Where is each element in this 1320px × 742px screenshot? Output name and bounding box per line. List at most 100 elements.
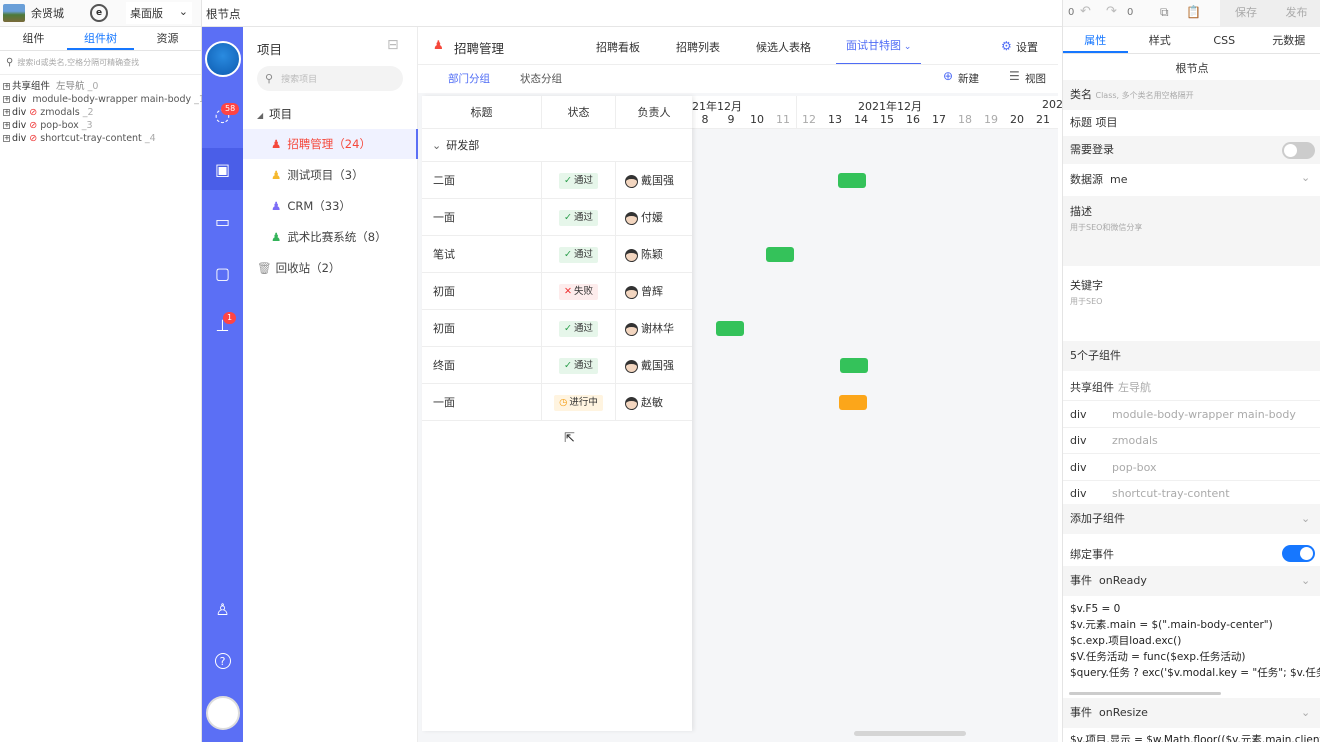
tab-metadata[interactable]: 元数据 (1257, 28, 1320, 53)
title-field[interactable]: 标题 项目 (1063, 114, 1320, 130)
tab-css[interactable]: CSS (1192, 28, 1257, 53)
tab-component-tree[interactable]: 组件树 (67, 27, 134, 50)
nav-folders[interactable]: ▭ (202, 201, 243, 241)
event-select[interactable]: 事件 onReady ⌄ (1063, 566, 1320, 596)
child-component-row[interactable]: div pop-box (1063, 455, 1320, 481)
class-field[interactable]: 类名 Class, 多个类名用空格隔开 (1063, 80, 1320, 110)
bind-event-toggle[interactable] (1282, 545, 1315, 562)
child-component-row[interactable]: 共享组件 左导航 (1063, 375, 1320, 401)
project-search[interactable]: ⚲ 搜索项目 (257, 66, 403, 91)
gantt-bar[interactable] (840, 358, 868, 373)
mode-select[interactable]: 桌面版 ⌄ (126, 2, 192, 24)
tree-node-shortcut-tray[interactable]: + div ⊘ shortcut-tray-content _4 (0, 132, 201, 145)
tree-node-zmodals[interactable]: + div ⊘ zmodals _2 (0, 106, 201, 119)
task-row[interactable]: 初面 ✓ 通过 谢林华 (422, 310, 692, 347)
hidden-icon[interactable]: ⊘ (29, 107, 37, 118)
expand-icon[interactable]: + (3, 109, 10, 116)
settings-button[interactable]: 设置 (1016, 39, 1038, 55)
tree-search[interactable]: ⚲ 搜索id或类名,空格分隔可精确查找 (0, 51, 201, 75)
redo-icon[interactable]: ↷ (1106, 4, 1117, 19)
view-icon[interactable]: ☰ (1009, 69, 1020, 83)
tab-candidates[interactable]: 候选人表格 (756, 39, 811, 55)
tab-gantt[interactable]: 面试甘特图 ⌄ (836, 27, 922, 64)
save-button[interactable]: 保存 (1220, 0, 1272, 26)
nav-user-avatar[interactable] (202, 693, 243, 733)
tab-resources[interactable]: 资源 (134, 27, 201, 50)
publish-button[interactable]: 发布 (1272, 0, 1320, 26)
task-row[interactable]: 终面 ✓ 通过 戴国强 (422, 347, 692, 384)
tab-properties[interactable]: 属性 (1063, 28, 1128, 53)
desc-field[interactable]: 描述 用于SEO和微信分享 (1063, 196, 1320, 266)
recycle-bin[interactable]: 🗑 回收站（2） (243, 253, 418, 283)
nav-tasks[interactable]: ⊥ 1 (202, 305, 243, 345)
task-status: ✓ 通过 (542, 162, 616, 199)
hidden-icon[interactable]: ⊘ (29, 133, 37, 144)
app-logo-icon[interactable]: e (90, 4, 108, 22)
child-component-row[interactable]: div module-body-wrapper main-body (1063, 402, 1320, 428)
nav-contacts[interactable]: ▢ (202, 253, 243, 293)
task-row[interactable]: 一面 ◷ 进行中 赵敏 (422, 384, 692, 421)
node-title: 根节点 (1175, 62, 1209, 75)
code-line: $v.项目.显示 = $w.Math.floor(($v.元素.main.cli… (1070, 734, 1320, 742)
new-button[interactable]: 新建 (958, 71, 979, 86)
chevron-down-icon: ⌄ (1301, 706, 1311, 719)
login-toggle[interactable] (1282, 142, 1315, 159)
project-item-recruit[interactable]: ♟ 招聘管理（24） (243, 129, 418, 159)
child-component-row[interactable]: div zmodals (1063, 428, 1320, 454)
nav-messages[interactable]: ◌ 58 (202, 95, 243, 135)
expand-icon[interactable]: + (3, 135, 10, 142)
undo-icon[interactable]: ↶ (1080, 4, 1091, 19)
project-group-header[interactable]: ◢ 项目 (257, 106, 292, 122)
gantt-bar[interactable] (716, 321, 744, 336)
hidden-icon[interactable]: ⊘ (29, 120, 37, 131)
gantt-bar[interactable] (838, 173, 866, 188)
expand-icon[interactable]: + (3, 96, 10, 103)
task-status: ✓ 通过 (542, 347, 616, 384)
add-icon[interactable]: ⊕ (943, 69, 953, 83)
view-button[interactable]: 视图 (1025, 71, 1046, 86)
group-row[interactable]: ⌄ 研发部 (422, 129, 692, 162)
tree-node-main-body[interactable]: + div module-body-wrapper main-body _1 (0, 93, 205, 106)
project-item-crm[interactable]: ♟ CRM（33） (243, 191, 418, 221)
add-child[interactable]: 添加子组件 ⌄ (1063, 504, 1320, 534)
nav-projects[interactable]: ▣ (202, 148, 243, 190)
tab-components[interactable]: 组件 (0, 27, 67, 50)
subtab-department[interactable]: 部门分组 (448, 71, 490, 86)
tab-style[interactable]: 样式 (1128, 28, 1193, 53)
project-item-test[interactable]: ♟ 测试项目（3） (243, 160, 418, 190)
expand-icon[interactable]: + (3, 122, 10, 129)
gantt-bar[interactable] (766, 247, 794, 262)
event-select-2[interactable]: 事件 onResize ⌄ (1063, 698, 1320, 728)
project-item-wushu[interactable]: ♟ 武术比赛系统（8） (243, 222, 418, 252)
tree-node-pop-box[interactable]: + div ⊘ pop-box _3 (0, 119, 201, 132)
paste-icon[interactable]: 📋 (1186, 5, 1201, 19)
brand-logo[interactable] (202, 37, 243, 81)
gantt-bar[interactable] (839, 395, 867, 410)
col-status[interactable]: 状态 (542, 96, 616, 129)
tab-list[interactable]: 招聘列表 (676, 39, 720, 55)
col-owner[interactable]: 负责人 (616, 96, 692, 129)
code-line: $V.任务活动 = func($exp.任务活动) (1070, 651, 1246, 663)
settings-icon[interactable]: ⚙ (1001, 39, 1012, 53)
nav-help[interactable]: ? (202, 641, 243, 681)
code-scrollbar[interactable] (1069, 692, 1221, 695)
expand-icon[interactable]: + (3, 83, 10, 90)
datasource-field[interactable]: 数据源 me ⌄ (1063, 171, 1320, 187)
event-code[interactable]: $v.F5 = 0 $v.元素.main = $(".main-body-cen… (1063, 601, 1320, 681)
col-title[interactable]: 标题 (422, 96, 542, 129)
task-row[interactable]: 初面 ✕ 失败 曾辉 (422, 273, 692, 310)
tree-node-shared-nav[interactable]: + 共享组件 左导航 _0 (0, 80, 201, 93)
subtab-status[interactable]: 状态分组 (520, 71, 562, 86)
task-row[interactable]: 一面 ✓ 通过 付媛 (422, 199, 692, 236)
user-avatar[interactable] (3, 4, 25, 22)
horizontal-scrollbar[interactable] (854, 731, 966, 736)
archive-icon[interactable]: ⊟ (387, 37, 399, 53)
copy-icon[interactable]: ⧉ (1160, 5, 1169, 20)
task-row[interactable]: 笔试 ✓ 通过 陈颖 (422, 236, 692, 273)
status-text: 通过 (573, 175, 593, 186)
tab-kanban[interactable]: 招聘看板 (596, 39, 640, 55)
event-code-2[interactable]: $v.项目.显示 = $w.Math.floor(($v.元素.main.cli… (1063, 732, 1320, 742)
nav-add-user[interactable]: ♙ (202, 589, 243, 629)
task-row[interactable]: 二面 ✓ 通过 戴国强 (422, 162, 692, 199)
keywords-field[interactable]: 关键字 用于SEO (1063, 270, 1320, 340)
